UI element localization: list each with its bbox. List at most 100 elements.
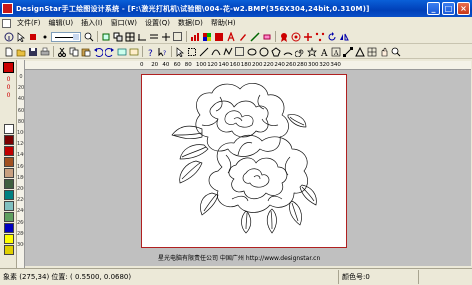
curve-tool-icon[interactable] [210,46,221,57]
crosshair-icon[interactable] [160,31,171,42]
circle-tool-icon[interactable] [258,46,269,57]
grid-snap-icon[interactable] [366,46,377,57]
target-icon[interactable] [290,31,301,42]
open-folder-icon[interactable] [15,46,26,57]
status-divider [418,270,419,284]
rect-tool-icon[interactable] [234,46,245,57]
menu-insert[interactable]: 插入(I) [77,18,107,28]
palette-swatch[interactable] [4,157,14,167]
pen-icon[interactable] [237,31,248,42]
spiral-tool-icon[interactable] [294,46,305,57]
zoom-tool-icon[interactable] [390,46,401,57]
star-tool-icon[interactable] [306,46,317,57]
rotate-icon[interactable] [326,31,337,42]
ruler-tick-label: 140 [218,62,229,68]
ruler-tick-label: 120 [207,62,218,68]
palette-swatch[interactable] [4,135,14,145]
text-frame-tool-icon[interactable]: A [330,46,341,57]
print-icon[interactable] [39,46,50,57]
info-icon[interactable] [3,31,14,42]
ruler-tick-label: 220 [263,62,274,68]
menu-settings[interactable]: 设置(Q) [141,18,174,28]
drawing-canvas[interactable] [141,74,347,248]
hand-tool-icon[interactable] [378,46,389,57]
polyline-tool-icon[interactable] [222,46,233,57]
color-grid-icon[interactable] [201,31,212,42]
color-palette: 0 0 0 [0,60,17,268]
menu-edit[interactable]: 编辑(U) [45,18,78,28]
ruler-tick-label: 260 [285,62,297,68]
color-index-b: 0 [6,92,11,99]
letter-a-icon[interactable] [225,31,236,42]
palette-swatch[interactable] [4,212,14,222]
arc-tool-icon[interactable] [282,46,293,57]
square-icon[interactable] [172,31,183,42]
bars-icon[interactable] [189,31,200,42]
menu-data[interactable]: 数据(D) [174,18,207,28]
palette-swatch[interactable] [4,234,14,244]
line-tool-icon[interactable] [198,46,209,57]
copy-icon[interactable] [68,46,79,57]
title-bar: DesignStar手工绘图设计系统 - [F:\激光打机机\试验图\004-花… [0,0,472,17]
status-color-index: 颜色号:0 [342,273,370,281]
ruler-tick-label: 280 [17,230,24,237]
window-title: DesignStar手工绘图设计系统 - [F:\激光打机机\试验图\004-花… [16,4,370,13]
palette-swatch[interactable] [4,190,14,200]
palette-swatch[interactable] [4,124,14,134]
eraser-icon[interactable] [261,31,272,42]
cut-icon[interactable] [56,46,67,57]
brush-icon[interactable] [249,31,260,42]
polygon-tool-icon[interactable] [270,46,281,57]
text-tool-icon[interactable]: A [318,46,329,57]
baseline-icon[interactable] [136,31,147,42]
zoom-icon[interactable] [83,31,94,42]
palette-swatch[interactable] [4,146,14,156]
grid-icon[interactable] [124,31,135,42]
save-icon[interactable] [27,46,38,57]
line-style-dropdown[interactable] [51,31,81,42]
palette-swatch[interactable] [4,245,14,255]
ruler-tick-label: 100 [17,130,24,136]
menu-window[interactable]: 窗口(W) [107,18,141,28]
maximize-button[interactable]: □ [442,2,455,15]
ruler-tick-label: 240 [17,208,24,215]
svg-text:A: A [320,49,328,57]
new-file-icon[interactable] [3,46,14,57]
import-icon[interactable] [128,46,139,57]
align-icon[interactable] [148,31,159,42]
work-area[interactable]: 星光电脑有限责任公司 中国广州 http://www.designstar.cn [25,70,471,266]
node-edit-icon[interactable] [342,46,353,57]
export-icon[interactable] [116,46,127,57]
palette-swatch[interactable] [4,223,14,233]
select-tool-icon[interactable] [174,46,185,57]
menu-file[interactable]: 文件(F) [13,18,45,28]
plus-icon[interactable] [302,31,313,42]
palette-swatch[interactable] [4,168,14,178]
layers-icon[interactable] [112,31,123,42]
cursor-icon[interactable] [15,31,26,42]
menu-help[interactable]: 帮助(H) [207,18,240,28]
undo-icon[interactable] [92,46,103,57]
minimize-button[interactable]: _ [427,2,440,15]
color-index: 0 0 0 [5,76,12,100]
ruler-tick-label: 80 [184,62,192,68]
palette-swatch[interactable] [4,201,14,211]
fill-icon[interactable] [213,31,224,42]
palette-swatch[interactable] [4,179,14,189]
current-color-swatch[interactable] [3,62,14,73]
ruler-tick-label: 220 [17,197,24,204]
dot-icon[interactable] [39,31,50,42]
help-icon[interactable]: ? [145,46,156,57]
paste-icon[interactable] [80,46,91,57]
ribbon-icon[interactable] [278,31,289,42]
rect-select-icon[interactable] [186,46,197,57]
mirror-icon[interactable] [338,31,349,42]
close-button[interactable]: × [457,2,470,15]
shape-icon[interactable] [354,46,365,57]
stop-icon[interactable] [27,31,38,42]
whatsthis-icon[interactable]: ? [157,46,168,57]
redo-icon[interactable] [104,46,115,57]
ellipse-tool-icon[interactable] [246,46,257,57]
nodes-icon[interactable] [314,31,325,42]
crop-icon[interactable] [100,31,111,42]
